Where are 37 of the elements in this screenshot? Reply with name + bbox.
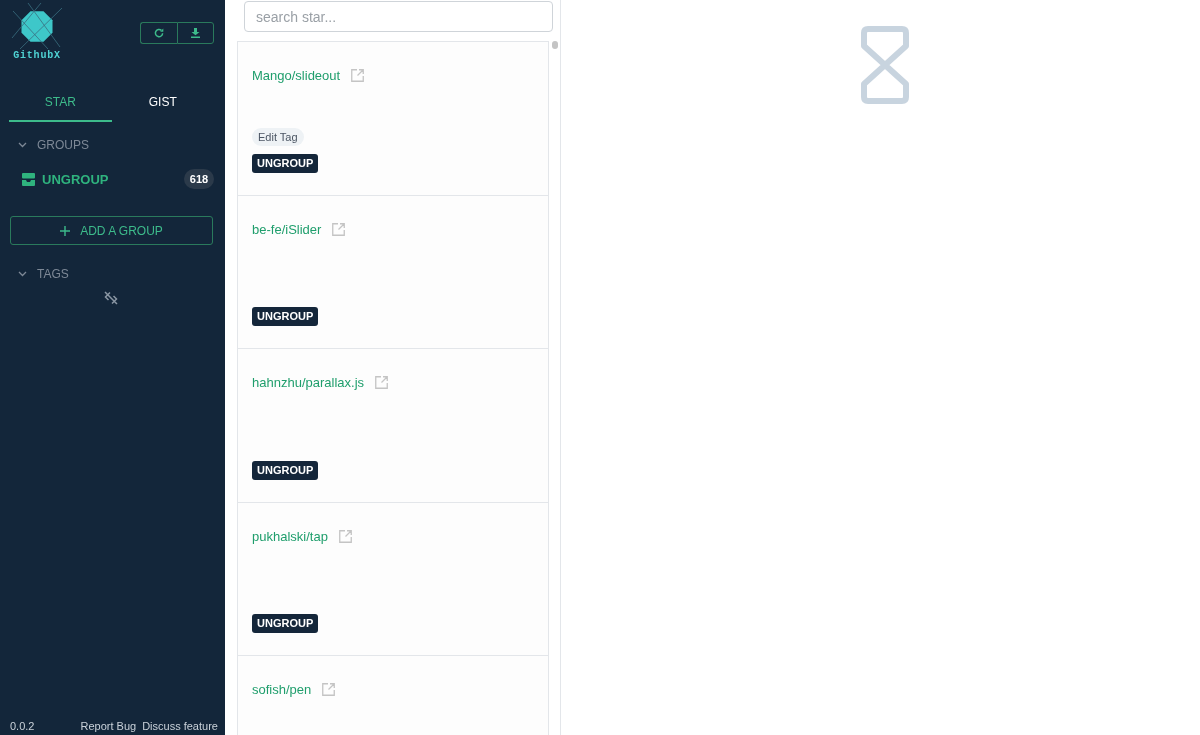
download-button[interactable]	[177, 22, 214, 44]
footer-link[interactable]: Report Bug	[80, 720, 137, 732]
scrollbar-thumb[interactable]	[551, 41, 558, 49]
inbox-icon	[22, 172, 35, 186]
repo-link[interactable]: Mango/slideout	[252, 68, 341, 83]
repo-link[interactable]: pukhalski/tap	[252, 528, 328, 544]
group-tag: UNGROUP	[252, 153, 319, 173]
logo-text: GithubX	[13, 51, 61, 61]
repo-link[interactable]: be-fe/iSlider	[252, 221, 322, 237]
group-tag: UNGROUP	[252, 614, 319, 633]
external-link-icon[interactable]	[332, 222, 346, 236]
group-count: 618	[184, 169, 214, 189]
group-tag: UNGROUP	[252, 460, 319, 480]
external-link-icon[interactable]	[375, 376, 389, 389]
tab[interactable]: GIST	[111, 84, 214, 122]
hourglass-icon	[860, 25, 910, 105]
group-item[interactable]: UNGROUP 618	[22, 168, 214, 190]
external-link-icon[interactable]	[351, 69, 365, 82]
repo-link[interactable]: hahnzhu/parallax.js	[252, 375, 365, 390]
section-header[interactable]: TAGS	[0, 262, 214, 286]
footer-link[interactable]: Discuss feature	[142, 720, 218, 732]
section-header[interactable]: GROUPS	[0, 133, 214, 157]
refresh-icon	[154, 28, 164, 38]
group-tag: UNGROUP	[252, 307, 319, 326]
version-text: 0.0.2	[10, 720, 35, 732]
edit-tag-button[interactable]: Edit Tag	[252, 127, 304, 146]
external-link-icon[interactable]	[322, 683, 336, 696]
repo-link[interactable]: sofish/pen	[252, 682, 312, 697]
broken-link-icon	[103, 290, 119, 306]
external-link-icon[interactable]	[338, 529, 352, 543]
refresh-button[interactable]	[140, 22, 177, 44]
logo-icon	[11, 3, 63, 49]
plus-icon	[60, 225, 71, 236]
add-group-button[interactable]: ADD A GROUP	[10, 216, 213, 245]
download-icon	[191, 28, 200, 38]
tab[interactable]: STAR	[9, 84, 112, 122]
search-field[interactable]: search star...	[244, 1, 553, 32]
